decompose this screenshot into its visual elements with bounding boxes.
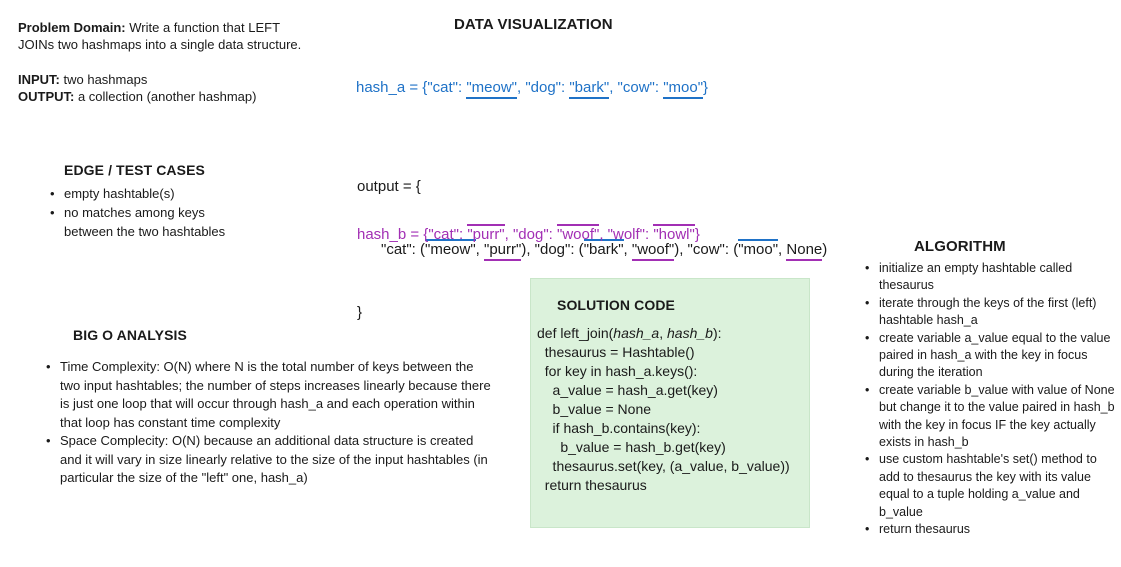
hash-b-value-purr: "purr" — [467, 224, 505, 243]
hash-a-literal: hash_a = {"cat": "meow", "dog": "bark", … — [356, 79, 709, 99]
edge-cases-list: empty hashtable(s) no matches among keys… — [50, 184, 240, 241]
output-b-woof: "woof" — [631, 241, 675, 261]
big-o-list: Time Complexity: O(N) where N is the tot… — [46, 358, 496, 488]
hash-a-mid-1: , "dog": — [516, 79, 570, 96]
hash-a-prefix: hash_a = {"cat": — [356, 79, 467, 96]
code-def-suffix: ): — [712, 325, 722, 341]
code-param-hash-a: hash_a — [613, 325, 660, 341]
code-line: b_value = hash_b.get(key) — [537, 439, 726, 455]
output-part-1: "cat": ( — [381, 241, 425, 258]
edge-case-item: no matches among keys between the two ha… — [50, 203, 240, 241]
solution-code-block: def left_join(hash_a, hash_b): thesaurus… — [537, 324, 790, 495]
edge-cases-title: EDGE / TEST CASES — [64, 162, 205, 178]
input-text: two hashmaps — [59, 72, 148, 87]
hash-a-suffix: } — [703, 79, 709, 96]
edge-case-item: empty hashtable(s) — [50, 184, 240, 203]
output-part-4: ) — [822, 241, 828, 258]
hash-b-literal: hash_b = {"cat": "purr", "dog": "woof", … — [357, 224, 700, 243]
data-visualization-title: DATA VISUALIZATION — [454, 16, 613, 33]
output-b-none: None — [786, 241, 823, 261]
problem-domain-label: Problem Domain: — [18, 20, 126, 35]
code-param-hash-b: hash_b — [667, 325, 713, 341]
hash-b-value-howl: "howl" — [653, 224, 695, 243]
code-line: for key in hash_a.keys(): — [537, 363, 698, 379]
code-line: if hash_b.contains(key): — [537, 420, 701, 436]
hash-b-value-woof: "woof" — [557, 224, 600, 243]
problem-domain: Problem Domain: Write a function that LE… — [18, 19, 348, 53]
algorithm-step: use custom hashtable's set() method to a… — [865, 451, 1115, 521]
code-def-prefix: def left_join( — [537, 325, 614, 341]
output-b-purr: "purr" — [484, 241, 522, 261]
big-o-title: BIG O ANALYSIS — [73, 327, 187, 343]
big-o-item-space: Space Complecity: O(N) because an additi… — [46, 432, 496, 488]
algorithm-step: initialize an empty hashtable called the… — [865, 260, 1115, 295]
output-a-moo: "moo" — [738, 239, 779, 258]
algorithm-step: return thesaurus — [865, 521, 1115, 539]
code-line: return thesaurus — [537, 477, 647, 493]
output-part-3: ), "cow": ( — [674, 241, 739, 258]
hash-b-mid-2: , "wolf": — [599, 226, 654, 243]
output-line-open: output = { — [357, 178, 421, 195]
output-comma-1: , — [475, 241, 485, 258]
code-line: b_value = None — [537, 401, 652, 417]
code-line: thesaurus.set(key, (a_value, b_value)) — [537, 458, 790, 474]
hash-a-value-bark: "bark" — [569, 79, 610, 99]
code-line-def: def left_join(hash_a, hash_b): — [537, 324, 790, 343]
hash-b-prefix: hash_b = {"cat": — [357, 226, 468, 243]
problem-domain-text-1: Write a function that LEFT — [125, 20, 281, 35]
hash-a-mid-2: , "cow": — [609, 79, 664, 96]
solution-code-title: SOLUTION CODE — [557, 297, 675, 313]
hash-b-suffix: } — [694, 226, 700, 243]
code-line: a_value = hash_a.get(key) — [537, 382, 718, 398]
output-label: OUTPUT: — [18, 89, 75, 104]
hash-a-value-moo: "moo" — [663, 79, 704, 99]
algorithm-step: create variable a_value equal to the val… — [865, 330, 1115, 382]
input-label: INPUT: — [18, 72, 60, 87]
algorithm-list: initialize an empty hashtable called the… — [865, 260, 1115, 539]
algorithm-title: ALGORITHM — [914, 238, 1006, 255]
hash-b-mid-1: , "dog": — [504, 226, 557, 243]
problem-domain-text-2: JOINs two hashmaps into a single data st… — [18, 37, 302, 52]
output-part-2: ), "dog": ( — [521, 241, 584, 258]
algorithm-step: create variable b_value with value of No… — [865, 382, 1115, 452]
hash-a-value-meow: "meow" — [466, 79, 517, 99]
output-text: a collection (another hashmap) — [74, 89, 257, 104]
big-o-item-time: Time Complexity: O(N) where N is the tot… — [46, 358, 496, 432]
output-comma-2: , — [623, 241, 632, 258]
algorithm-step: iterate through the keys of the first (l… — [865, 295, 1115, 330]
code-line: thesaurus = Hashtable() — [537, 344, 695, 360]
code-param-sep: , — [659, 325, 667, 341]
io-spec: INPUT: two hashmaps OUTPUT: a collection… — [18, 71, 348, 105]
solution-code-box: SOLUTION CODE def left_join(hash_a, hash… — [530, 278, 810, 528]
